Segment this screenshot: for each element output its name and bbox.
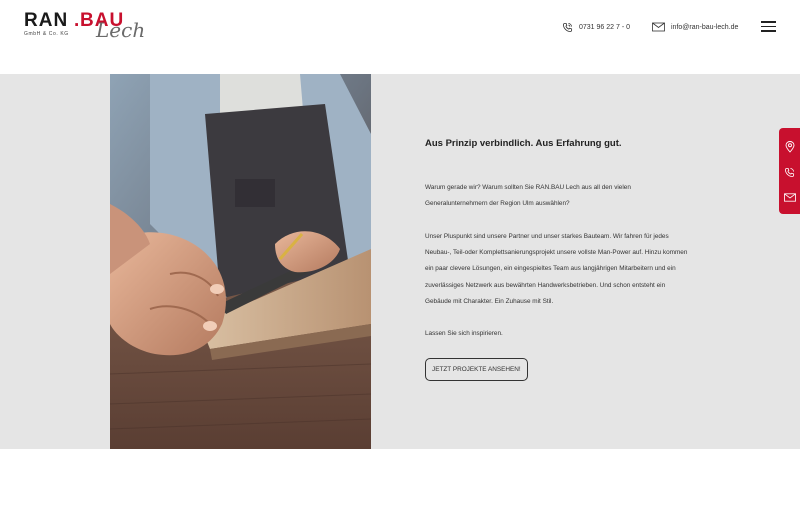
intro-paragraph-2: Unser Pluspunkt sind unsere Partner und … — [425, 233, 688, 305]
intro-section: Aus Prinzip verbindlich. Aus Erfahrung g… — [0, 74, 800, 449]
carpenter-image — [110, 74, 371, 449]
carpenter-photo — [110, 74, 371, 449]
sidetab-location[interactable] — [779, 134, 800, 160]
mail-icon — [783, 192, 796, 202]
side-contact-tabs — [779, 128, 800, 214]
intro-headline: Aus Prinzip verbindlich. Aus Erfahrung g… — [425, 138, 622, 149]
mail-icon — [652, 22, 665, 32]
page-bottom-area — [0, 449, 800, 516]
logo-subtitle: GmbH & Co. KG — [24, 31, 69, 37]
intro-paragraph-1: Warum gerade wir? Warum sollten Sie RAN.… — [425, 184, 631, 208]
header-email-text: info@ran-bau-lech.de — [671, 23, 739, 31]
logo-dot: . — [74, 10, 80, 31]
intro-paragraph-3: Lassen Sie sich inspirieren. — [425, 330, 503, 337]
sidetab-mail[interactable] — [779, 184, 800, 210]
phone-icon — [784, 167, 795, 177]
location-pin-icon — [785, 141, 794, 153]
view-projects-button[interactable]: JETZT PROJEKTE ANSEHEN! — [425, 358, 528, 381]
site-header: RAN . BAU Lech GmbH & Co. KG 0731 96 22 … — [0, 0, 800, 74]
hamburger-menu-icon[interactable] — [761, 21, 776, 32]
ran-bau-lech-logo[interactable]: RAN . BAU Lech GmbH & Co. KG — [24, 10, 154, 44]
header-phone-link[interactable]: 0731 96 22 7 - 0 — [562, 20, 630, 34]
logo-lech-script: Lech — [96, 18, 146, 42]
logo-ran-text: RAN — [24, 10, 69, 31]
header-phone-text: 0731 96 22 7 - 0 — [579, 23, 630, 31]
header-email-link[interactable]: info@ran-bau-lech.de — [652, 20, 738, 34]
phone-icon — [562, 22, 573, 32]
sidetab-phone[interactable] — [779, 159, 800, 185]
